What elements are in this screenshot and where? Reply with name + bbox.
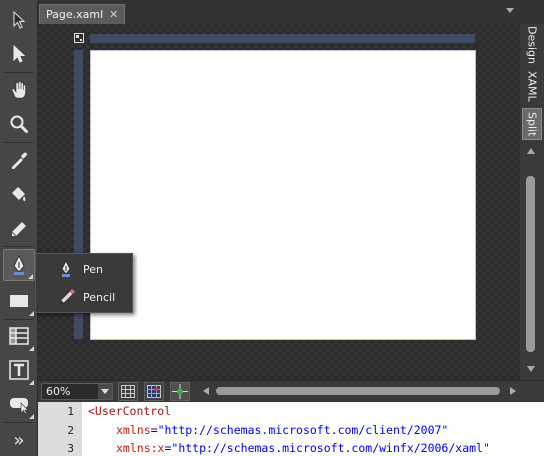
close-icon[interactable]: ✕ (109, 5, 118, 24)
scroll-right-icon[interactable] (510, 387, 516, 395)
column-ruler[interactable] (90, 34, 475, 43)
eyedropper-tool[interactable] (3, 144, 35, 176)
flyout-indicator (29, 414, 34, 419)
more-tools-button[interactable]: » (3, 424, 35, 456)
artboard[interactable] (90, 50, 476, 340)
chevron-down-icon (101, 389, 109, 394)
flyout-indicator (29, 346, 34, 351)
code-line: xmlns:x="http://schemas.microsoft.com/wi… (116, 441, 490, 455)
zoom-value: 60% (46, 385, 71, 398)
vertical-scrollbar-thumb[interactable] (526, 176, 535, 352)
tab-list-dropdown-icon[interactable] (506, 8, 514, 13)
line-number: 2 (67, 424, 74, 437)
line-number: 3 (67, 442, 74, 455)
grid-icon (9, 327, 29, 345)
flyout-indicator (28, 274, 33, 279)
toolbar-divider (5, 422, 33, 423)
grid-lines-icon (121, 385, 135, 398)
flyout-item-label: Pen (83, 262, 103, 276)
tab-xaml[interactable]: XAML (522, 66, 542, 106)
toolbar-divider (5, 142, 33, 143)
code-line: xmlns="http://schemas.microsoft.com/clie… (116, 423, 449, 437)
snap-to-grid-button[interactable] (144, 382, 164, 401)
attr-name: xmlns:x (116, 441, 165, 455)
selection-tool[interactable] (3, 4, 35, 36)
snap-grid-icon (147, 385, 161, 398)
zoom-icon (10, 115, 28, 133)
grid-tool[interactable] (3, 320, 35, 352)
tab-design[interactable]: Design (522, 26, 542, 64)
pan-tool[interactable] (3, 74, 35, 106)
direct-selection-tool[interactable] (3, 38, 35, 70)
brush-transform-tool[interactable] (3, 212, 35, 244)
paint-bucket-icon (12, 187, 26, 201)
flyout-item-label: Pencil (83, 290, 116, 304)
pan-icon (11, 81, 26, 99)
show-grid-button[interactable] (118, 382, 138, 401)
attr-name: xmlns (116, 423, 151, 437)
snap-to-snaplines-button[interactable] (170, 382, 190, 401)
flyout-indicator (29, 380, 34, 385)
line-number: 1 (67, 405, 74, 418)
control-tool[interactable] (3, 388, 35, 420)
pen-icon (13, 255, 25, 275)
text-icon (9, 360, 29, 380)
document-tab-title: Page.xaml (46, 8, 104, 21)
scroll-left-icon[interactable] (203, 387, 209, 395)
toolbar-divider (5, 246, 33, 247)
zoom-dropdown-button[interactable] (98, 384, 112, 399)
zoom-tool[interactable] (3, 108, 35, 140)
attr-value: "http://schemas.microsoft.com/client/200… (157, 423, 449, 437)
rectangle-icon (10, 295, 28, 307)
toolbar-divider (5, 72, 33, 73)
paint-bucket-tool[interactable] (3, 178, 35, 210)
flyout-item-pen[interactable]: Pen (36, 256, 132, 282)
rectangle-tool[interactable] (3, 285, 35, 317)
document-tab[interactable]: Page.xaml ✕ (39, 4, 126, 24)
control-icon (10, 398, 29, 414)
scroll-up-icon[interactable] (527, 148, 535, 154)
pen-icon (61, 260, 71, 277)
more-icon: » (13, 429, 25, 451)
scroll-down-icon[interactable] (527, 366, 535, 372)
attr-value: "http://schemas.microsoft.com/winfx/2006… (171, 441, 490, 455)
pen-tool[interactable] (3, 249, 35, 281)
flyout-item-pencil[interactable]: Pencil (36, 284, 132, 310)
tab-split[interactable]: Split (522, 108, 542, 140)
text-tool[interactable] (3, 354, 35, 386)
snaplines-icon (172, 384, 188, 399)
brush-transform-icon (11, 222, 26, 237)
selection-icon (13, 10, 26, 29)
horizontal-scrollbar-thumb[interactable] (216, 387, 500, 395)
flyout-indicator (29, 311, 34, 316)
tools-panel: » (0, 0, 38, 456)
pencil-icon (59, 289, 75, 305)
layout-grid-icon[interactable] (74, 33, 84, 43)
eyedropper-icon (12, 152, 27, 169)
code-line: <UserControl (88, 404, 172, 418)
direct-selection-icon (13, 44, 26, 63)
